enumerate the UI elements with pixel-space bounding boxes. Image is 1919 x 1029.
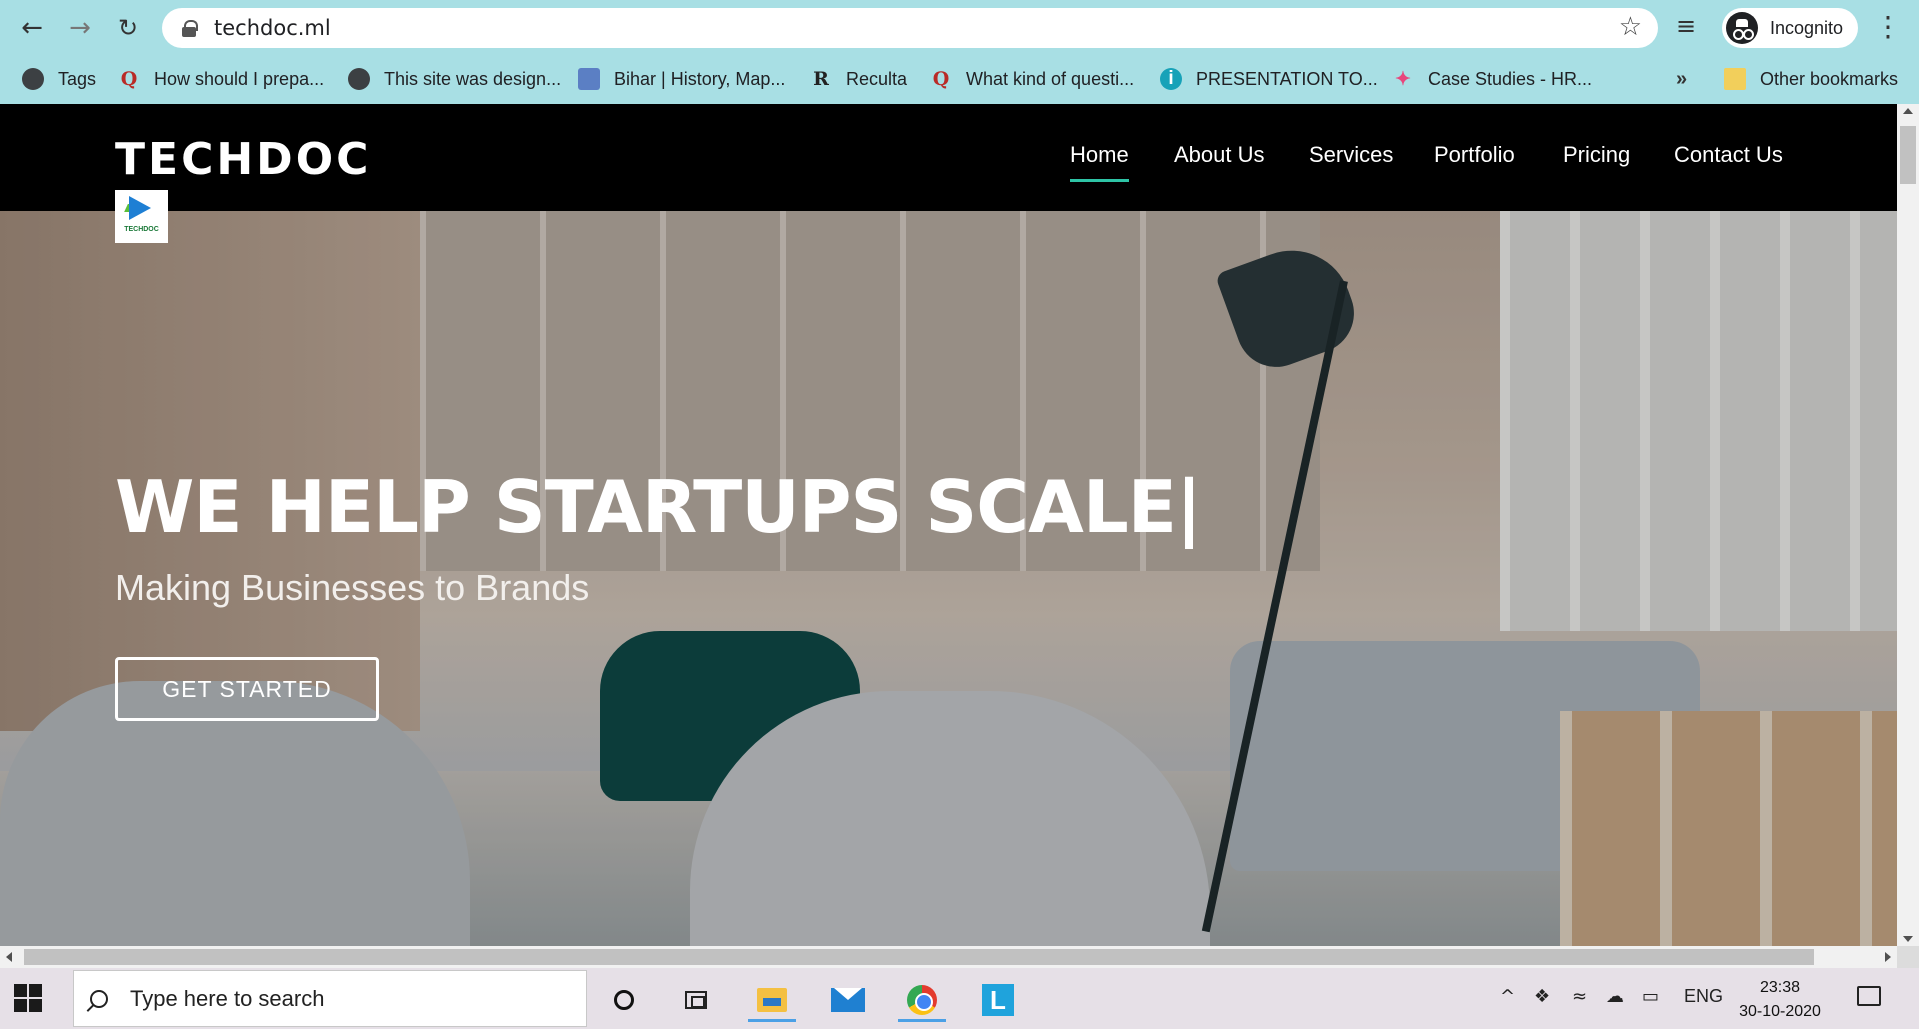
case-studies-icon: ✦ bbox=[1395, 68, 1411, 90]
incognito-label: Incognito bbox=[1770, 17, 1844, 38]
mail-icon[interactable] bbox=[824, 978, 872, 1022]
taskbar-search-box[interactable]: Type here to search bbox=[73, 970, 587, 1027]
presentation-icon: i bbox=[1160, 68, 1182, 90]
back-arrow-icon[interactable]: ← bbox=[14, 10, 50, 46]
menu-dots-icon[interactable]: ⋮ bbox=[1874, 10, 1902, 43]
browser-toolbar: ← → ↻ techdoc.ml ☆ ≡ Incognito ⋮ bbox=[0, 0, 1919, 56]
page-viewport: TECHDOC Home About Us Services Portfolio… bbox=[0, 104, 1897, 946]
bookmark-label: Reculta bbox=[846, 68, 908, 89]
scroll-down-icon[interactable] bbox=[1903, 936, 1913, 942]
incognito-icon bbox=[1726, 12, 1758, 44]
hscroll-thumb[interactable] bbox=[24, 949, 1814, 965]
nav-services[interactable]: Services bbox=[1309, 142, 1393, 168]
hero-title: WE HELP STARTUPS SCALE| bbox=[115, 465, 1202, 549]
clock-date: 30-10-2020 bbox=[1739, 1003, 1821, 1020]
scroll-right-icon[interactable] bbox=[1885, 952, 1891, 962]
bookmark-item[interactable]: R Reculta bbox=[810, 64, 907, 94]
scrollbar-corner bbox=[1897, 946, 1919, 968]
bookmark-item[interactable]: ✦ Case Studies - HR... bbox=[1392, 64, 1592, 94]
get-started-button[interactable]: GET STARTED bbox=[115, 657, 379, 721]
search-icon bbox=[90, 989, 108, 1008]
nav-contact-us[interactable]: Contact Us bbox=[1674, 142, 1783, 168]
bookmark-label: This site was design... bbox=[384, 68, 562, 89]
globe-icon bbox=[348, 68, 370, 90]
address-bar[interactable]: techdoc.ml ☆ bbox=[162, 8, 1658, 48]
bookmark-label: Case Studies - HR... bbox=[1428, 68, 1593, 89]
bookmark-label: PRESENTATION TO... bbox=[1196, 68, 1378, 89]
system-clock[interactable]: 23:38 30-10-2020 bbox=[1730, 976, 1830, 1024]
language-indicator[interactable]: ENG bbox=[1684, 986, 1723, 1007]
bookmark-item[interactable]: Tags bbox=[22, 64, 96, 94]
chrome-icon[interactable] bbox=[898, 978, 946, 1022]
reload-icon[interactable]: ↻ bbox=[110, 10, 146, 46]
scroll-thumb[interactable] bbox=[1900, 126, 1916, 184]
tray-caret-icon[interactable]: ^ bbox=[1500, 986, 1515, 1007]
cloud-icon[interactable]: ☁ bbox=[1606, 986, 1624, 1007]
scroll-up-icon[interactable] bbox=[1903, 108, 1913, 114]
bookmark-label: Bihar | History, Map... bbox=[614, 68, 786, 89]
nav-pricing[interactable]: Pricing bbox=[1563, 142, 1630, 168]
site-header: TECHDOC Home About Us Services Portfolio… bbox=[0, 104, 1897, 211]
site-brand[interactable]: TECHDOC bbox=[115, 134, 371, 185]
bookmark-item[interactable]: This site was design... bbox=[348, 64, 561, 94]
logo-text: TECHDOC bbox=[124, 226, 159, 233]
file-explorer-icon[interactable] bbox=[748, 978, 796, 1022]
nav-portfolio[interactable]: Portfolio bbox=[1434, 142, 1515, 168]
battery-icon[interactable]: ▭ bbox=[1642, 986, 1659, 1007]
wifi-icon[interactable]: ≈ bbox=[1572, 986, 1587, 1007]
emblem-icon bbox=[578, 68, 600, 90]
windows-taskbar: Type here to search L ^ ❖ ≈ ☁ ▭ ENG 23:3… bbox=[0, 968, 1919, 1029]
hero-section: WE HELP STARTUPS SCALE| Making Businesse… bbox=[0, 211, 1897, 946]
globe-icon bbox=[22, 68, 44, 90]
hero-subtitle: Making Businesses to Brands bbox=[115, 567, 590, 608]
dropbox-icon[interactable]: ❖ bbox=[1534, 986, 1550, 1007]
incognito-profile-button[interactable]: Incognito bbox=[1722, 8, 1858, 48]
forward-arrow-icon[interactable]: → bbox=[62, 10, 98, 46]
vertical-scrollbar[interactable] bbox=[1897, 104, 1919, 946]
nav-about-us[interactable]: About Us bbox=[1174, 142, 1265, 168]
bookmark-label: How should I prepa... bbox=[154, 68, 325, 89]
reculta-icon: R bbox=[813, 68, 829, 90]
url-text[interactable]: techdoc.ml bbox=[214, 16, 331, 40]
task-view-icon[interactable] bbox=[672, 978, 720, 1022]
bookmark-item[interactable]: i PRESENTATION TO... bbox=[1160, 64, 1378, 94]
bookmarks-overflow-button[interactable]: » bbox=[1676, 68, 1687, 91]
clock-time: 23:38 bbox=[1759, 979, 1801, 996]
bookmark-label: Tags bbox=[58, 68, 97, 89]
horizontal-scrollbar[interactable] bbox=[0, 946, 1897, 968]
scroll-left-icon[interactable] bbox=[6, 952, 12, 962]
cortana-icon[interactable] bbox=[600, 978, 648, 1022]
bookmark-label: What kind of questi... bbox=[966, 68, 1135, 89]
nav-home[interactable]: Home bbox=[1070, 142, 1129, 182]
lock-icon[interactable] bbox=[182, 20, 198, 37]
bookmark-item[interactable]: Q What kind of questi... bbox=[930, 64, 1134, 94]
bookmark-item[interactable]: Bihar | History, Map... bbox=[578, 64, 785, 94]
quora-icon: Q bbox=[932, 68, 950, 90]
l-app-icon[interactable]: L bbox=[974, 978, 1022, 1022]
taskbar-search-placeholder: Type here to search bbox=[130, 985, 325, 1011]
tab-search-icon[interactable]: ≡ bbox=[1676, 12, 1696, 40]
other-bookmarks-button[interactable]: Other bookmarks bbox=[1724, 64, 1898, 94]
bookmarks-bar: Tags Q How should I prepa... This site w… bbox=[0, 56, 1919, 104]
windows-start-icon[interactable] bbox=[14, 984, 42, 1012]
brand-logo[interactable]: TECHDOC bbox=[115, 190, 168, 243]
browser-chrome: ← → ↻ techdoc.ml ☆ ≡ Incognito ⋮ Tags Q … bbox=[0, 0, 1919, 104]
quora-icon: Q bbox=[120, 68, 138, 90]
notifications-icon[interactable] bbox=[1857, 986, 1881, 1006]
bookmark-item[interactable]: Q How should I prepa... bbox=[118, 64, 324, 94]
folder-icon bbox=[1724, 68, 1746, 90]
star-icon[interactable]: ☆ bbox=[1619, 12, 1642, 42]
other-bookmarks-label: Other bookmarks bbox=[1760, 68, 1899, 89]
